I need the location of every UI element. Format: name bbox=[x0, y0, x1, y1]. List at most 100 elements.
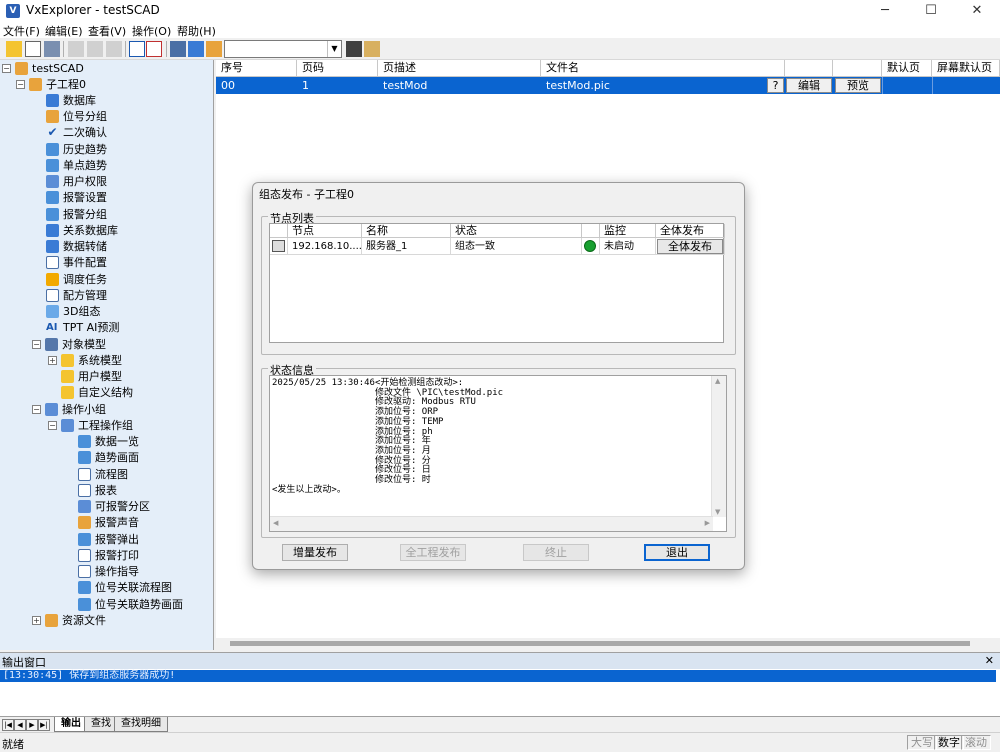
tree-root[interactable]: − testSCAD bbox=[2, 60, 84, 76]
cell-name[interactable]: 服务器_1 bbox=[362, 238, 451, 255]
file-browse-button[interactable]: ? bbox=[767, 78, 784, 93]
maximize-button[interactable]: ☐ bbox=[908, 0, 954, 22]
output-log[interactable]: [13:30:45] 保存到组态服务器成功! bbox=[0, 669, 1000, 716]
tree-item-user-rights[interactable]: 用户权限 bbox=[46, 173, 107, 189]
add-icon[interactable] bbox=[129, 41, 145, 57]
table-row[interactable]: 00 1 testMod testMod.pic ? 编辑 预览 bbox=[216, 77, 1000, 94]
next-tab-button[interactable]: ▶ bbox=[26, 719, 38, 731]
cell-screen-default[interactable] bbox=[932, 77, 1000, 94]
tree-op-group[interactable]: − 操作小组 bbox=[32, 401, 106, 417]
cut-icon[interactable] bbox=[68, 41, 84, 57]
status-info-text[interactable]: 2025/05/25 13:30:46<开始检测组态改动>: 修改文件 \PIC… bbox=[269, 375, 727, 532]
folder-icon[interactable] bbox=[206, 41, 222, 57]
column-header-default[interactable]: 默认页 bbox=[882, 60, 932, 77]
tab-find-detail[interactable]: 查找明细 bbox=[114, 717, 168, 732]
tree-item-relational-db[interactable]: 关系数据库 bbox=[46, 222, 118, 238]
close-icon[interactable]: ✕ bbox=[985, 654, 994, 667]
tree-op-alarm-sound[interactable]: 报警声音 bbox=[78, 514, 139, 530]
menu-view[interactable]: 查看(V) bbox=[88, 23, 126, 39]
collapse-icon[interactable]: − bbox=[16, 79, 25, 89]
tree-item-event-config[interactable]: 事件配置 bbox=[46, 254, 107, 270]
column-header-name[interactable]: 名称 bbox=[362, 224, 451, 238]
menu-help[interactable]: 帮助(H) bbox=[177, 23, 216, 39]
tree-item-confirm[interactable]: ✔ 二次确认 bbox=[46, 124, 107, 140]
delete-icon[interactable] bbox=[146, 41, 162, 57]
tree-item-schedule[interactable]: 调度任务 bbox=[46, 271, 107, 287]
tree-item-history-trend[interactable]: 历史趋势 bbox=[46, 141, 107, 157]
tree-op-tag-trend[interactable]: 位号关联趋势画面 bbox=[78, 596, 183, 612]
cell-node[interactable]: 192.168.10.... bbox=[288, 238, 362, 255]
tree-item-recipe[interactable]: 配方管理 bbox=[46, 287, 107, 303]
menu-file[interactable]: 文件(F) bbox=[3, 23, 40, 39]
tab-find[interactable]: 查找 bbox=[84, 717, 118, 732]
tree-item-single-trend[interactable]: 单点趋势 bbox=[46, 157, 107, 173]
tree-op-flow[interactable]: 流程图 bbox=[78, 466, 128, 482]
column-header-index[interactable]: 序号 bbox=[216, 60, 297, 77]
scroll-down-icon[interactable]: ▼ bbox=[715, 508, 720, 516]
toolbar-combo[interactable]: ▼ bbox=[224, 40, 342, 58]
column-header-edit[interactable] bbox=[785, 60, 833, 77]
tree-op-report[interactable]: 报表 bbox=[78, 482, 117, 498]
status-vertical-scrollbar[interactable]: ▲ ▼ bbox=[711, 376, 726, 517]
column-header-monitor[interactable]: 监控 bbox=[600, 224, 656, 238]
tree-op-alarm-popup[interactable]: 报警弹出 bbox=[78, 531, 139, 547]
scroll-right-icon[interactable]: ▶ bbox=[705, 519, 710, 527]
incremental-publish-button[interactable]: 增量发布 bbox=[282, 544, 348, 561]
tree-op-tag-flow[interactable]: 位号关联流程图 bbox=[78, 579, 172, 595]
grid-horizontal-scrollbar[interactable] bbox=[216, 638, 1000, 650]
scrollbar-thumb[interactable] bbox=[230, 641, 970, 646]
column-header-desc[interactable]: 页描述 bbox=[378, 60, 541, 77]
tree-item-3d[interactable]: 3D组态 bbox=[46, 303, 100, 319]
column-header-file[interactable]: 文件名 bbox=[541, 60, 785, 77]
binoculars-icon[interactable] bbox=[346, 41, 362, 57]
edit-button[interactable]: 编辑 bbox=[786, 78, 832, 93]
collapse-icon[interactable]: − bbox=[32, 339, 41, 349]
tree-user-model[interactable]: 用户模型 bbox=[61, 368, 122, 384]
tree-object-model[interactable]: − 对象模型 bbox=[32, 336, 106, 352]
scroll-up-icon[interactable]: ▲ bbox=[715, 377, 720, 385]
scroll-left-icon[interactable]: ◀ bbox=[273, 519, 278, 527]
tree-custom-struct[interactable]: 自定义结构 bbox=[61, 384, 133, 400]
cell-status[interactable]: 组态一致 bbox=[451, 238, 582, 255]
stop-button[interactable]: 终止 bbox=[523, 544, 589, 561]
column-header-preview[interactable] bbox=[833, 60, 882, 77]
tree-item-ai-predict[interactable]: AI TPT AI预测 bbox=[46, 319, 119, 335]
chevron-down-icon[interactable]: ▼ bbox=[327, 41, 341, 57]
menu-edit[interactable]: 编辑(E) bbox=[45, 23, 83, 39]
open-icon[interactable] bbox=[6, 41, 22, 57]
tree-op-data-list[interactable]: 数据一览 bbox=[78, 433, 139, 449]
tab-output[interactable]: 输出 bbox=[54, 717, 88, 732]
last-tab-button[interactable]: ▶| bbox=[38, 719, 50, 731]
column-header-publish[interactable]: 全体发布 bbox=[656, 224, 725, 238]
cell-default[interactable] bbox=[882, 77, 932, 94]
project-tree[interactable]: − testSCAD − 子工程0 数据库 位号分组 ✔ 二次确认 历史趋势 单点… bbox=[0, 60, 214, 650]
minimize-button[interactable]: ─ bbox=[862, 0, 908, 22]
collapse-icon[interactable]: − bbox=[48, 420, 57, 430]
expand-icon[interactable]: + bbox=[32, 615, 41, 625]
close-button[interactable]: ✕ bbox=[954, 0, 1000, 22]
tree-op-alarm-zone[interactable]: 可报警分区 bbox=[78, 498, 150, 514]
tree-item-database[interactable]: 数据库 bbox=[46, 92, 96, 108]
monitor-icon[interactable] bbox=[188, 41, 204, 57]
menu-operate[interactable]: 操作(O) bbox=[132, 23, 171, 39]
tree-op-alarm-print[interactable]: 报警打印 bbox=[78, 547, 139, 563]
tree-op-subgroup[interactable]: − 工程操作组 bbox=[48, 417, 133, 433]
collapse-icon[interactable]: − bbox=[32, 404, 41, 414]
column-header-page[interactable]: 页码 bbox=[297, 60, 378, 77]
publish-all-button[interactable]: 全体发布 bbox=[657, 239, 723, 254]
prev-tab-button[interactable]: ◀ bbox=[14, 719, 26, 731]
preview-button[interactable]: 预览 bbox=[835, 78, 881, 93]
tree-item-data-dump[interactable]: 数据转储 bbox=[46, 238, 107, 254]
column-header-status[interactable]: 状态 bbox=[451, 224, 582, 238]
preview-icon[interactable] bbox=[25, 41, 41, 57]
collapse-icon[interactable]: − bbox=[2, 63, 11, 73]
full-project-publish-button[interactable]: 全工程发布 bbox=[400, 544, 466, 561]
find-replace-icon[interactable] bbox=[364, 41, 380, 57]
status-horizontal-scrollbar[interactable]: ◀ ▶ bbox=[270, 516, 713, 531]
tree-resources[interactable]: + 资源文件 bbox=[32, 612, 106, 628]
tree-system-model[interactable]: + 系统模型 bbox=[48, 352, 122, 368]
exit-button[interactable]: 退出 bbox=[644, 544, 710, 561]
tree-item-alarm-group[interactable]: 报警分组 bbox=[46, 206, 107, 222]
tree-project[interactable]: − 子工程0 bbox=[16, 76, 86, 92]
node-list[interactable]: 节点 名称 状态 监控 全体发布 192.168.10.... 服务器_1 组态… bbox=[269, 223, 725, 343]
